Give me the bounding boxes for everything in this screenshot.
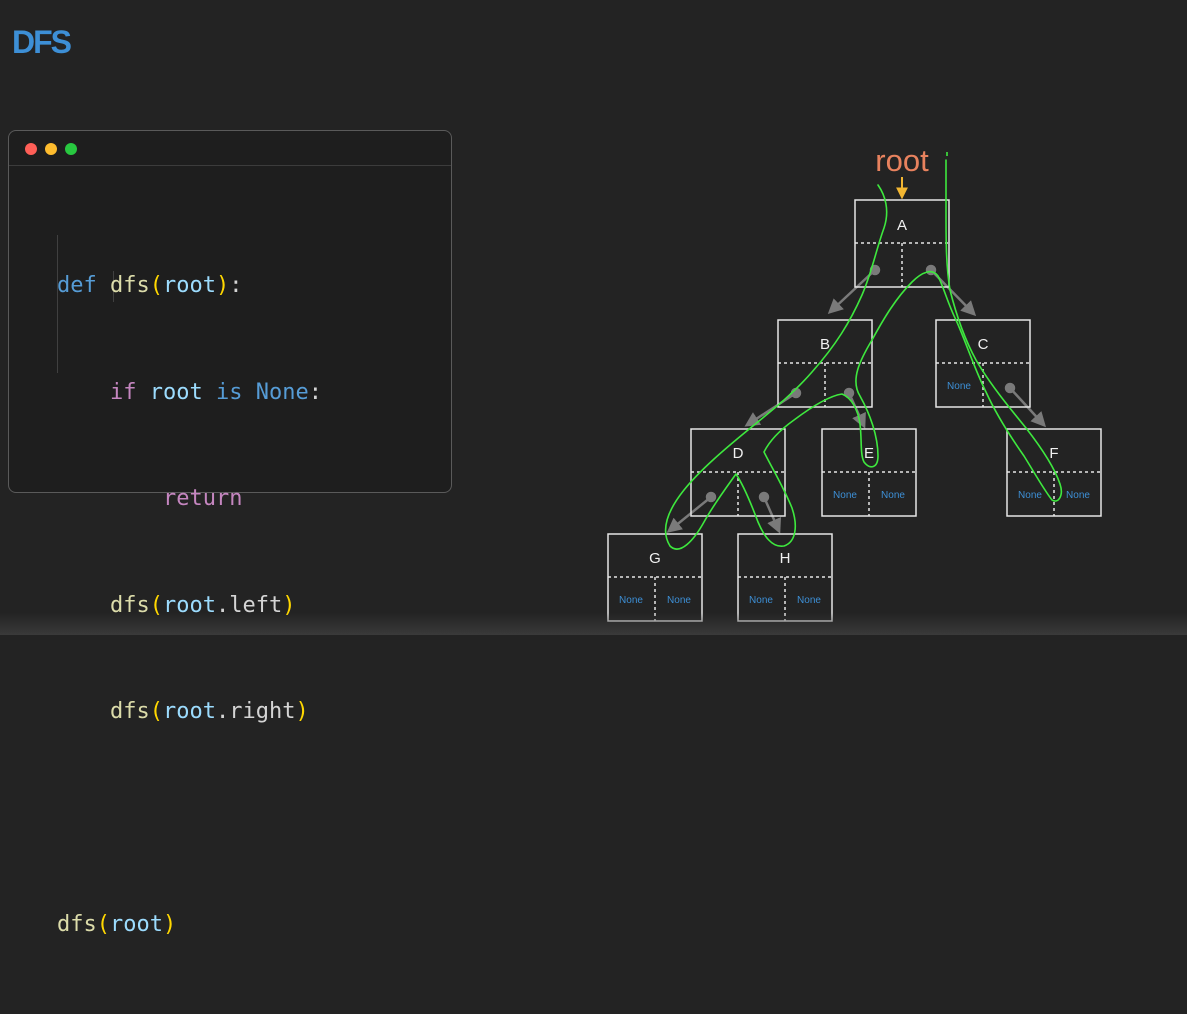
code-line: dfs(root) [57, 907, 322, 943]
node-label: C [978, 336, 989, 353]
node-left-child: None [833, 490, 857, 501]
code-function: dfs [57, 912, 97, 937]
dfs-traversal-trace [664, 159, 1063, 550]
code-attribute: .right [215, 699, 296, 724]
node-left-child: None [947, 381, 971, 392]
tree-node-f: F None None [1006, 428, 1102, 517]
binary-tree-diagram: root A B C None D E None None F None Non… [607, 143, 1102, 622]
node-label: H [780, 550, 791, 567]
root-label: root [875, 143, 929, 178]
node-right-child: None [797, 595, 821, 606]
node-label: A [897, 217, 907, 234]
code-function: dfs [109, 699, 150, 724]
node-label: G [649, 550, 661, 567]
bottom-shadow [0, 613, 1187, 635]
pointer-arrow-b-d [744, 391, 797, 427]
node-left-child: None [1018, 490, 1042, 501]
code-paren: ( [149, 699, 163, 724]
node-label: F [1049, 445, 1058, 462]
node-label: E [864, 445, 874, 462]
node-left-child: None [619, 595, 643, 606]
node-label: D [733, 445, 744, 462]
code-variable: root [110, 912, 163, 937]
node-right-child: None [667, 595, 691, 606]
code-line: dfs(root.right) [57, 694, 322, 730]
code-paren: ) [295, 699, 309, 724]
code-paren: ( [96, 912, 110, 937]
tree-node-g: G None None [607, 533, 703, 622]
node-right-child: None [1066, 490, 1090, 501]
node-right-child: None [881, 490, 905, 501]
pointer-arrow-d-h [762, 496, 782, 534]
node-label: B [820, 336, 830, 353]
code-variable: root [162, 699, 216, 724]
node-left-child: None [749, 595, 773, 606]
tree-node-e: E None None [821, 428, 917, 517]
tree-node-h: H None None [737, 533, 833, 622]
code-paren: ) [162, 912, 177, 937]
